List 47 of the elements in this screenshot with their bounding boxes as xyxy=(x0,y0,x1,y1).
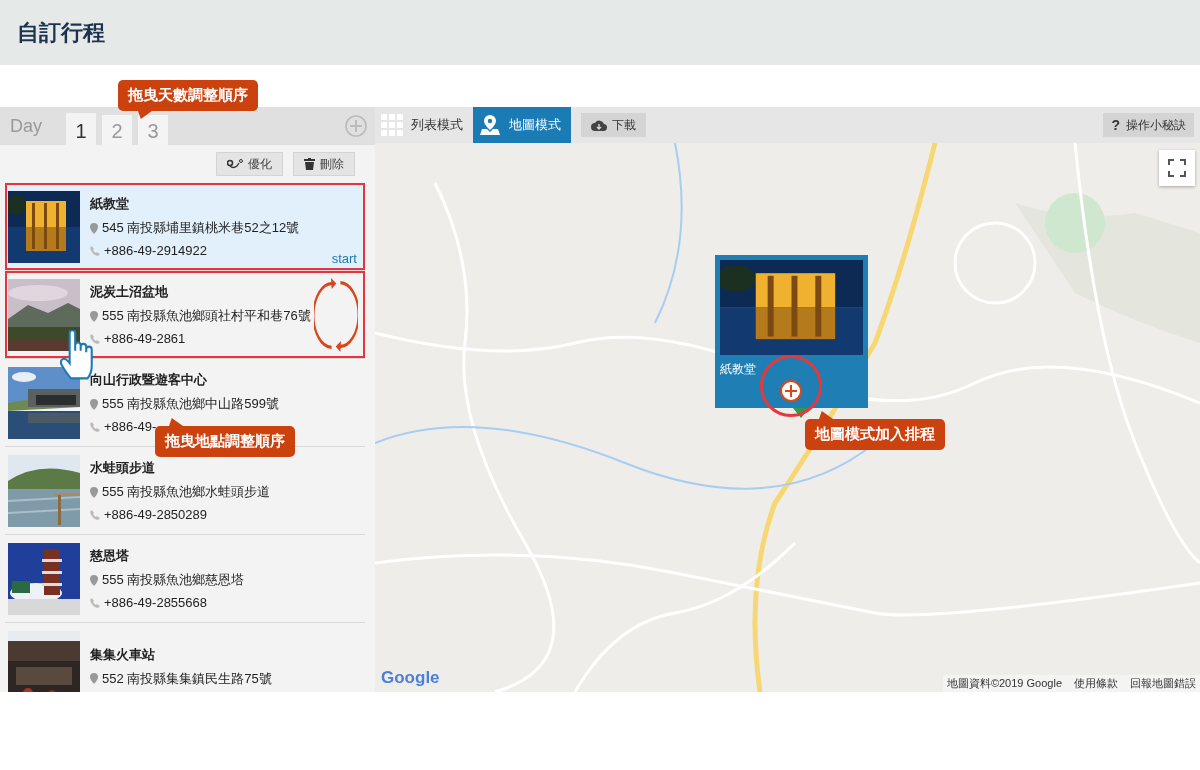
place-address: 555 南投縣魚池鄉中山路599號 xyxy=(102,395,279,413)
place-card[interactable]: 泥炭土沼盆地 555 南投縣魚池鄉頭社村平和巷76號 +886-49-2861 xyxy=(5,271,365,359)
place-address: 552 南投縣集集鎮民生路75號 xyxy=(102,669,272,688)
place-phone: +886-49-2914922 xyxy=(104,243,207,258)
view-mode-tab[interactable]: 地圖模式 xyxy=(473,107,571,143)
place-phone: +886-49- xyxy=(104,419,157,434)
optimize-button[interactable]: 優化 xyxy=(216,152,283,176)
phone-icon xyxy=(90,597,100,608)
route-icon xyxy=(227,159,243,169)
phone-icon xyxy=(90,333,100,344)
place-address: 555 南投縣魚池鄉慈恩塔 xyxy=(102,571,245,589)
location-pin-icon xyxy=(90,310,98,322)
location-pin-icon xyxy=(90,222,98,234)
place-name: 慈恩塔 xyxy=(90,547,130,565)
delete-button[interactable]: 刪除 xyxy=(293,152,355,176)
place-address: 545 南投縣埔里鎮桃米巷52之12號 xyxy=(102,219,300,237)
phone-icon xyxy=(90,421,100,432)
location-pin-icon xyxy=(90,673,98,684)
download-button[interactable]: 下載 xyxy=(581,113,646,137)
grid-icon xyxy=(381,114,403,136)
location-pin-icon xyxy=(90,486,98,498)
phone-icon xyxy=(90,509,100,520)
place-phone: +886-49-2850289 xyxy=(104,507,207,522)
location-pin-icon xyxy=(90,398,98,410)
view-mode-tab[interactable]: 列表模式 xyxy=(375,107,473,143)
place-card[interactable]: 慈恩塔 555 南投縣魚池鄉慈恩塔 +886-49-2855668 xyxy=(5,535,365,623)
place-name: 紙教堂 xyxy=(90,195,130,213)
map-pin-icon xyxy=(479,114,501,136)
place-phone: +886-49-2861 xyxy=(104,331,186,346)
place-address: 555 南投縣魚池鄉頭社村平和巷76號 xyxy=(102,307,311,325)
phone-icon xyxy=(90,245,100,256)
day-label: Day xyxy=(10,115,42,137)
place-card[interactable]: 紙教堂 545 南投縣埔里鎮桃米巷52之12號 +886-49-2914922 start xyxy=(5,183,365,271)
place-name: 集集火車站 xyxy=(90,645,156,664)
tips-button[interactable]: ? 操作小秘訣 xyxy=(1103,113,1194,137)
place-card[interactable]: 集集火車站 552 南投縣集集鎮民生路75號 xyxy=(5,623,365,692)
place-name: 向山行政暨遊客中心 xyxy=(90,371,208,389)
cloud-download-icon xyxy=(591,119,607,131)
day-tab[interactable]: 1 xyxy=(66,113,96,145)
page-title: 自訂行程 xyxy=(17,18,105,47)
trash-icon xyxy=(304,158,315,170)
place-phone: +886-49-2855668 xyxy=(104,595,207,610)
place-name: 水蛙頭步道 xyxy=(90,459,156,477)
place-address: 555 南投縣魚池鄉水蛙頭步道 xyxy=(102,483,271,501)
location-pin-icon xyxy=(90,574,98,586)
place-name: 泥炭土沼盆地 xyxy=(90,283,169,301)
start-label: start xyxy=(331,251,357,266)
